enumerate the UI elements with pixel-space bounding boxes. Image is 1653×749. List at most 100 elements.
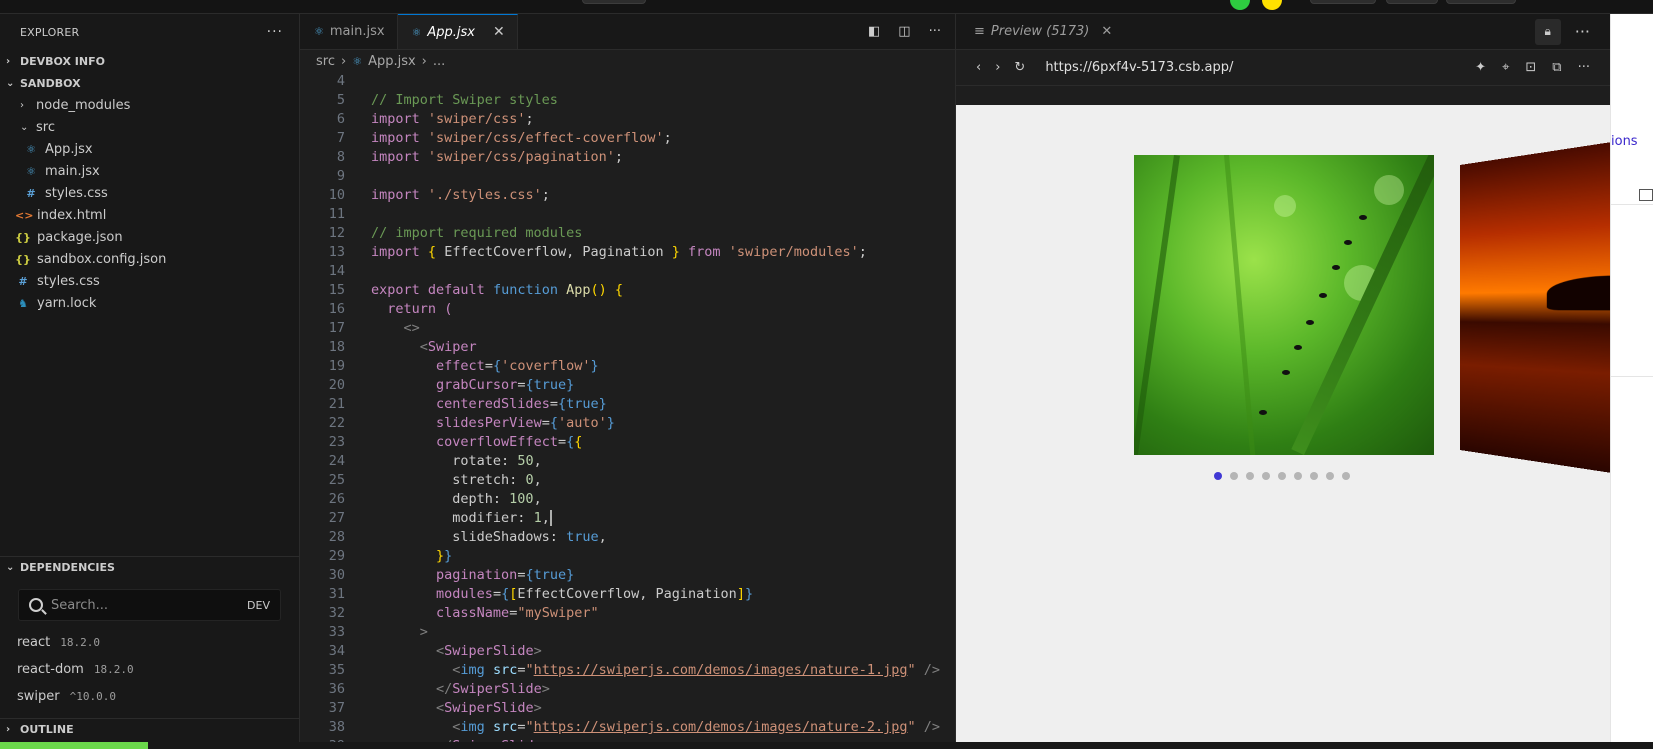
lock-icon[interactable]: 🔒︎ [1534, 18, 1561, 45]
slider-pagination [1214, 472, 1350, 480]
preview-panel: ≡ Preview (5173) ✕ 🔒︎ ··· ‹ › ↻ https://… [955, 14, 1611, 749]
code-line: 18 <Swiper [300, 338, 955, 357]
dependency-item[interactable]: react-dom 18.2.0 [0, 656, 299, 683]
tree-item-node-modules[interactable]: › node_modules [0, 94, 299, 116]
pagination-bullet[interactable] [1294, 472, 1302, 480]
tree-item-label: styles.css [45, 185, 108, 201]
back-icon[interactable]: ‹ [976, 60, 981, 75]
tree-item-index-html[interactable]: <> index.html [0, 204, 299, 226]
slide-image-nature-2[interactable] [1460, 137, 1611, 478]
section-dependencies[interactable]: ⌄ DEPENDENCIES [0, 557, 299, 577]
code-line: 30 pagination={true} [300, 566, 955, 585]
more-actions-icon[interactable]: ··· [1578, 60, 1590, 75]
tree-item-label: package.json [37, 229, 123, 245]
pagination-bullet[interactable] [1310, 472, 1318, 480]
status-bar-remote[interactable] [0, 742, 148, 749]
line-number: 29 [328, 548, 345, 564]
react-icon: ⚛ [314, 25, 324, 38]
section-devbox-info[interactable]: › DEVBOX INFO [0, 50, 299, 72]
html-icon: <> [15, 208, 34, 222]
tree-item-app-jsx[interactable]: ⚛ App.jsx [0, 138, 299, 160]
tree-item-yarn-lock[interactable]: ♞ yarn.lock [0, 292, 299, 314]
section-outline[interactable]: › OUTLINE [0, 718, 299, 740]
open-external-icon[interactable]: ⧉ [1552, 60, 1561, 75]
pagination-bullet[interactable] [1342, 472, 1350, 480]
tree-item-label: sandbox.config.json [37, 251, 167, 267]
tab-main-jsx[interactable]: ⚛ main.jsx [300, 14, 398, 49]
tab-preview[interactable]: ≡ Preview (5173) ✕ [956, 24, 1112, 39]
line-number: 10 [328, 187, 345, 203]
code-line: 5// Import Swiper styles [300, 91, 955, 110]
pagination-bullet[interactable] [1278, 472, 1286, 480]
chevron-right-icon: › [421, 53, 427, 69]
line-number: 33 [328, 624, 345, 640]
tree-item-styles-css[interactable]: # styles.css [0, 270, 299, 292]
breadcrumb: src › ⚛ App.jsx › ... [300, 50, 955, 72]
breadcrumb-item[interactable]: App.jsx [368, 54, 416, 69]
pagination-bullet[interactable] [1230, 472, 1238, 480]
url-input[interactable]: https://6pxf4v-5173.csb.app/ [1045, 60, 1233, 75]
react-icon: ⚛ [352, 54, 363, 68]
close-icon[interactable]: ✕ [1101, 24, 1112, 39]
table-icon [1639, 189, 1653, 201]
line-number: 9 [336, 168, 345, 184]
code-line: 29 }} [300, 547, 955, 566]
code-area[interactable]: 4 5// Import Swiper styles 6 import 'swip… [300, 72, 955, 749]
status-bar [0, 742, 1653, 749]
tree-item-label: src [36, 119, 55, 135]
terminal-icon[interactable]: ⊡ [1525, 60, 1536, 75]
line-number: 25 [328, 472, 345, 488]
top-pill [1446, 0, 1516, 4]
tree-item-package-json[interactable]: {} package.json [0, 226, 299, 248]
dev-toggle[interactable]: DEV [247, 599, 270, 612]
more-actions-icon[interactable]: ··· [1575, 22, 1590, 41]
dependency-version: 18.2.0 [93, 663, 134, 676]
explorer-sidebar: EXPLORER ··· › DEVBOX INFO ⌄ SANDBOX › n… [0, 14, 300, 742]
sparkle-icon[interactable]: ✦ [1475, 60, 1486, 75]
section-sandbox[interactable]: ⌄ SANDBOX [0, 72, 299, 94]
tree-item-label: index.html [37, 207, 107, 223]
code-line: 22 slidesPerView={'auto'} [300, 414, 955, 433]
dependency-search-input[interactable]: Search... DEV [18, 589, 281, 621]
yarn-icon: ♞ [18, 296, 28, 310]
split-editor-icon[interactable]: ◫ [898, 24, 910, 39]
dependency-item[interactable]: react 18.2.0 [0, 629, 299, 656]
tree-item-main-jsx[interactable]: ⚛ main.jsx [0, 160, 299, 182]
dependency-name: react-dom [17, 662, 84, 677]
toggle-sidebar-icon[interactable]: ◧ [868, 24, 880, 39]
breadcrumb-item[interactable]: ... [433, 54, 445, 69]
pagination-bullet[interactable] [1214, 472, 1222, 480]
breadcrumb-item[interactable]: src [316, 54, 335, 69]
crosshair-icon[interactable]: ⌖ [1502, 60, 1509, 75]
section-label: DEPENDENCIES [20, 560, 115, 574]
refresh-icon[interactable]: ↻ [1014, 60, 1025, 75]
pagination-bullet[interactable] [1326, 472, 1334, 480]
tree-item-sandbox-config[interactable]: {} sandbox.config.json [0, 248, 299, 270]
close-icon[interactable]: ✕ [493, 24, 505, 40]
dependency-item[interactable]: swiper ^10.0.0 [0, 683, 299, 710]
code-line: 38 <img src="https://swiperjs.com/demos/… [300, 718, 955, 737]
window-top-strip [0, 0, 1653, 14]
code-line: 12// import required modules [300, 224, 955, 243]
status-dot-yellow [1262, 0, 1282, 10]
more-actions-icon[interactable]: ··· [267, 24, 283, 40]
pagination-bullet[interactable] [1262, 472, 1270, 480]
code-editor: ⚛ main.jsx ⚛ App.jsx ✕ ◧ ◫ ··· src › ⚛ A… [300, 14, 955, 749]
tree-item-src-styles-css[interactable]: # styles.css [0, 182, 299, 204]
code-line: 27 modifier: 1, [300, 509, 955, 528]
code-line: 34 <SwiperSlide> [300, 642, 955, 661]
line-number: 15 [328, 282, 345, 298]
line-number: 12 [328, 225, 345, 241]
tree-item-label: main.jsx [45, 163, 100, 179]
line-number: 7 [336, 130, 345, 146]
more-actions-icon[interactable]: ··· [929, 24, 941, 39]
preview-viewport[interactable] [956, 105, 1611, 749]
pagination-bullet[interactable] [1246, 472, 1254, 480]
css-icon: # [18, 274, 28, 288]
tab-app-jsx[interactable]: ⚛ App.jsx ✕ [397, 14, 518, 49]
forward-icon[interactable]: › [995, 60, 1000, 75]
line-number: 18 [328, 339, 345, 355]
slide-image-nature-1[interactable] [1134, 155, 1434, 455]
tree-item-src[interactable]: ⌄ src [0, 116, 299, 138]
background-link[interactable]: ions [1611, 134, 1638, 149]
